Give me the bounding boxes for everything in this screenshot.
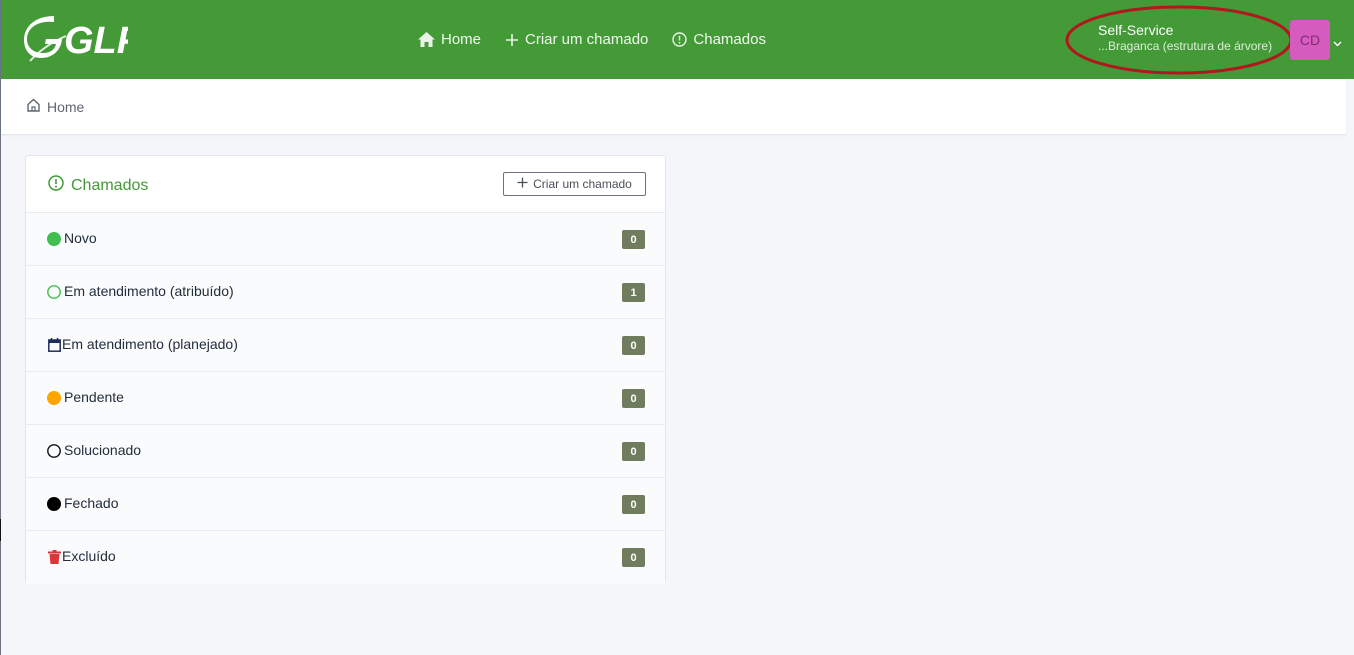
pending-status-dot-icon bbox=[46, 390, 62, 406]
status-row-deleted[interactable]: Excluído 0 bbox=[26, 531, 665, 584]
status-label: Solucionado bbox=[64, 442, 142, 458]
status-count-badge: 0 bbox=[622, 389, 645, 408]
status-count-badge: 0 bbox=[622, 336, 645, 355]
home-outline-icon bbox=[26, 98, 41, 115]
nav-create-ticket-label: Criar um chamado bbox=[525, 31, 649, 48]
status-count-badge: 0 bbox=[622, 230, 645, 249]
plus-icon bbox=[517, 177, 528, 191]
nav-home-label: Home bbox=[441, 31, 482, 48]
closed-status-dot-icon bbox=[46, 496, 62, 512]
assigned-status-ring-icon bbox=[46, 284, 62, 300]
status-label: Novo bbox=[64, 230, 97, 246]
new-status-dot-icon bbox=[46, 231, 62, 247]
status-count-badge: 0 bbox=[622, 548, 645, 567]
window-edge-mark bbox=[0, 519, 1, 541]
trash-icon bbox=[46, 549, 62, 565]
home-icon bbox=[418, 32, 435, 47]
status-label: Fechado bbox=[64, 495, 119, 511]
status-count-badge: 0 bbox=[622, 495, 645, 514]
status-row-closed[interactable]: Fechado 0 bbox=[26, 478, 665, 531]
user-avatar[interactable]: CD bbox=[1290, 20, 1330, 60]
logo-text: GLPI bbox=[64, 20, 128, 62]
create-ticket-button-label: Criar um chamado bbox=[533, 177, 632, 191]
breadcrumb-label: Home bbox=[47, 98, 85, 115]
profile-entity-selector[interactable]: Self-Service ...Braganca (estrutura de á… bbox=[1098, 23, 1272, 52]
tickets-card: Chamados Criar um chamado Novo 0 Em aten… bbox=[25, 155, 666, 584]
alert-circle-icon bbox=[672, 32, 688, 47]
user-initials: CD bbox=[1299, 32, 1321, 48]
status-row-assigned[interactable]: Em atendimento (atribuído) 1 bbox=[26, 266, 665, 319]
solved-status-ring-icon bbox=[46, 443, 62, 459]
card-title-label: Chamados bbox=[71, 176, 149, 194]
breadcrumb-bar: Home bbox=[0, 79, 1346, 135]
chevron-down-icon[interactable] bbox=[1333, 34, 1342, 52]
status-count-badge: 0 bbox=[622, 442, 645, 461]
nav-home[interactable]: Home bbox=[418, 31, 481, 48]
status-label: Em atendimento (planejado) bbox=[62, 336, 238, 352]
status-label: Excluído bbox=[62, 548, 116, 564]
alert-circle-icon bbox=[48, 175, 64, 196]
create-ticket-button[interactable]: Criar um chamado bbox=[503, 172, 646, 196]
main-nav: Home Criar um chamado Chamados bbox=[418, 0, 766, 79]
calendar-icon bbox=[46, 337, 62, 353]
nav-tickets-label: Chamados bbox=[693, 31, 766, 48]
card-title[interactable]: Chamados bbox=[48, 175, 148, 196]
nav-create-ticket[interactable]: Criar um chamado bbox=[505, 31, 648, 48]
top-navbar: GLPI Home Criar um chamado Chamados Self… bbox=[0, 0, 1354, 79]
breadcrumb-home[interactable]: Home bbox=[26, 98, 84, 115]
status-label: Pendente bbox=[64, 389, 124, 405]
status-list: Novo 0 Em atendimento (atribuído) 1 Em a… bbox=[26, 213, 665, 584]
nav-tickets[interactable]: Chamados bbox=[672, 31, 766, 48]
plus-icon bbox=[505, 33, 519, 47]
profile-name: Self-Service bbox=[1098, 22, 1174, 38]
status-row-pending[interactable]: Pendente 0 bbox=[26, 372, 665, 425]
status-label: Em atendimento (atribuído) bbox=[64, 283, 234, 299]
status-row-new[interactable]: Novo 0 bbox=[26, 213, 665, 266]
card-header: Chamados Criar um chamado bbox=[26, 156, 665, 213]
status-row-solved[interactable]: Solucionado 0 bbox=[26, 425, 665, 478]
status-row-planned[interactable]: Em atendimento (planejado) 0 bbox=[26, 319, 665, 372]
entity-name: ...Braganca (estrutura de árvore) bbox=[1098, 39, 1273, 53]
status-count-badge: 1 bbox=[622, 283, 645, 302]
window-left-edge bbox=[0, 0, 1, 655]
glpi-logo[interactable]: GLPI bbox=[24, 14, 128, 64]
